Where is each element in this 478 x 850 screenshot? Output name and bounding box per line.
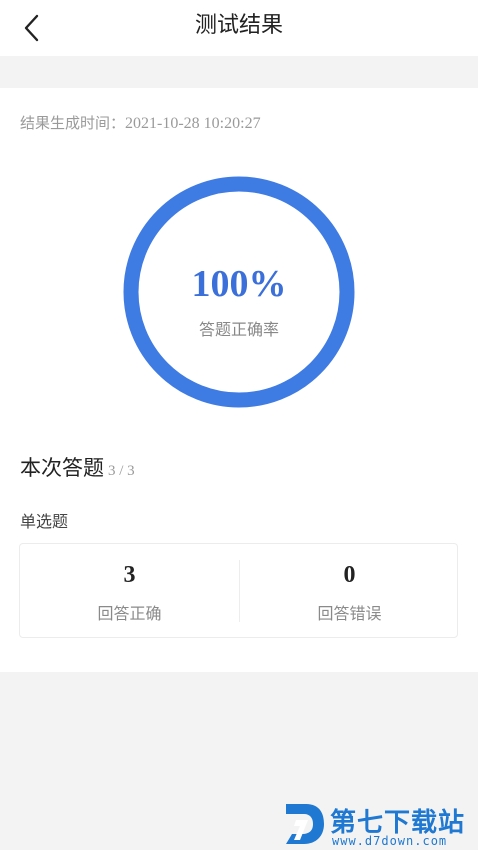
accuracy-label: 答题正确率: [198, 320, 279, 339]
question-type-label: 单选题: [20, 512, 69, 531]
correct-count: 3: [123, 562, 136, 588]
watermark: 第七下载站 www.d7down.com: [282, 800, 478, 850]
wrong-stat: 0 回答错误: [240, 544, 459, 639]
correct-label: 回答正确: [97, 604, 162, 623]
header-bar: 测试结果: [0, 0, 478, 56]
d7-logo-icon: [286, 804, 324, 844]
answer-count: 3 / 3: [108, 463, 135, 479]
page-title: 测试结果: [194, 13, 283, 38]
accuracy-percent: 100%: [191, 263, 287, 305]
section-title-text: 本次答题: [20, 456, 104, 480]
watermark-url: www.d7down.com: [332, 834, 448, 848]
wrong-count: 0: [343, 562, 356, 588]
section-title: 本次答题 3 / 3: [20, 452, 135, 482]
generated-time-row: 结果生成时间：2021-10-28 10:20:27: [20, 112, 261, 133]
accuracy-ring: 100% 答题正确率: [123, 176, 355, 408]
generated-time-value: 2021-10-28 10:20:27: [125, 115, 261, 132]
wrong-label: 回答错误: [317, 604, 382, 623]
stats-box: 3 回答正确 0 回答错误: [19, 543, 458, 638]
result-card: 结果生成时间：2021-10-28 10:20:27 100% 答题正确率 本次…: [0, 88, 478, 672]
correct-stat: 3 回答正确: [20, 544, 239, 639]
generated-time-label: 结果生成时间：: [20, 114, 126, 132]
